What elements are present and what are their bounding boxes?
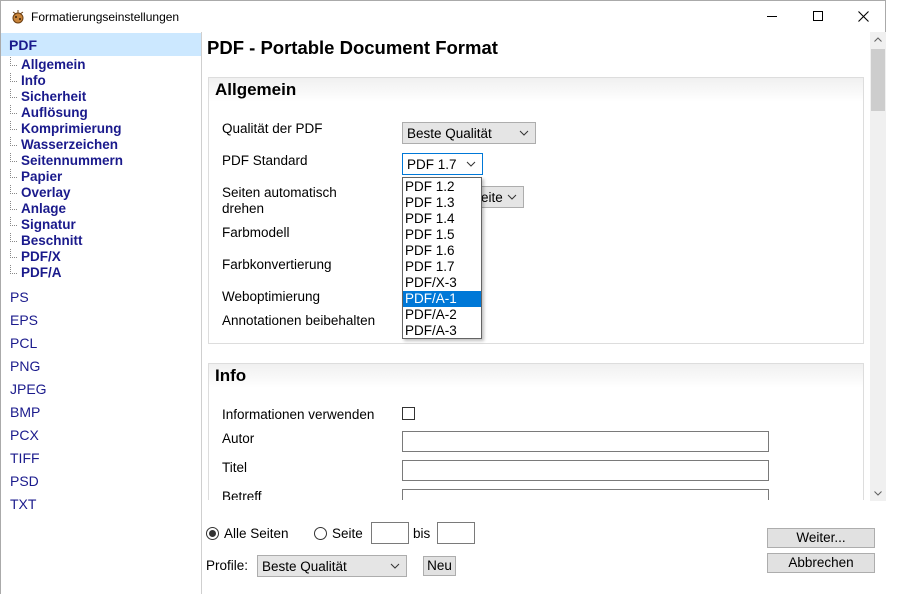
subject-label: Betreff bbox=[222, 489, 262, 500]
sidebar-item-txt[interactable]: TXT bbox=[10, 496, 36, 512]
scrollbar-thumb[interactable] bbox=[871, 49, 885, 111]
page-range-radio[interactable] bbox=[314, 527, 327, 540]
web-optimization-label: Weboptimierung bbox=[222, 289, 321, 304]
sidebar-item-psd[interactable]: PSD bbox=[10, 473, 39, 489]
chevron-down-icon bbox=[390, 563, 400, 569]
group-header: Allgemein bbox=[209, 78, 863, 102]
author-input[interactable] bbox=[402, 431, 769, 452]
sidebar-item-eps[interactable]: EPS bbox=[10, 312, 38, 328]
cancel-button[interactable]: Abbrechen bbox=[767, 553, 875, 573]
quality-label: Qualität der PDF bbox=[222, 121, 323, 136]
tree-connector bbox=[10, 169, 17, 178]
annotations-label: Annotationen beibehalten bbox=[222, 313, 376, 328]
profiles-label: Profile: bbox=[206, 558, 249, 573]
chevron-down-icon bbox=[519, 130, 529, 136]
color-conversion-label: Farbkonvertierung bbox=[222, 257, 332, 272]
dropdown-option[interactable]: PDF/X-3 bbox=[403, 275, 481, 291]
tree-connector bbox=[10, 137, 17, 146]
use-info-label: Informationen verwenden bbox=[222, 407, 375, 422]
author-label: Autor bbox=[222, 431, 255, 446]
dropdown-option[interactable]: PDF 1.7 bbox=[403, 259, 481, 275]
minimize-button[interactable] bbox=[749, 1, 795, 31]
subject-input[interactable] bbox=[402, 489, 769, 500]
tree-connector bbox=[10, 57, 17, 66]
sidebar-item-pcl[interactable]: PCL bbox=[10, 335, 37, 351]
use-info-checkbox[interactable] bbox=[402, 407, 415, 420]
dropdown-option[interactable]: PDF/A-1 bbox=[403, 291, 481, 307]
bottom-panel: Alle Seiten Seite bis Profile: Beste Qua… bbox=[202, 501, 886, 594]
dropdown-option[interactable]: PDF 1.2 bbox=[403, 179, 481, 195]
maximize-button[interactable] bbox=[795, 1, 841, 31]
tree-connector bbox=[10, 185, 17, 194]
color-model-label: Farbmodell bbox=[222, 225, 290, 240]
all-pages-radio[interactable] bbox=[206, 527, 219, 540]
title-label: Titel bbox=[222, 460, 248, 475]
page-to-input[interactable] bbox=[437, 522, 475, 544]
tree-connector bbox=[10, 201, 17, 210]
sidebar-item-png[interactable]: PNG bbox=[10, 358, 40, 374]
page-title: PDF - Portable Document Format bbox=[207, 37, 498, 58]
chevron-down-icon bbox=[466, 161, 476, 167]
all-pages-label: Alle Seiten bbox=[224, 526, 289, 541]
rotate-label: Seiten automatisch bbox=[222, 185, 337, 200]
format-sidebar: PDF Allgemein Info Sicherheit Auflösung Komp… bbox=[1, 32, 202, 594]
page-from-input[interactable] bbox=[371, 522, 409, 544]
dropdown-option[interactable]: PDF 1.3 bbox=[403, 195, 481, 211]
page-label: Seite bbox=[332, 526, 363, 541]
vertical-scrollbar[interactable] bbox=[870, 32, 886, 502]
window-title: Formatierungseinstellungen bbox=[31, 10, 180, 24]
profile-select[interactable]: Beste Qualität bbox=[257, 555, 407, 577]
close-button[interactable] bbox=[840, 1, 886, 31]
chevron-down-icon bbox=[507, 194, 517, 200]
next-button[interactable]: Weiter... bbox=[767, 528, 875, 548]
title-bar: Formatierungseinstellungen bbox=[1, 1, 885, 32]
tree-connector bbox=[10, 249, 17, 258]
scroll-down-icon[interactable] bbox=[874, 491, 882, 496]
standard-dropdown-list: PDF 1.2 PDF 1.3 PDF 1.4 PDF 1.5 PDF 1.6 PDF 1… bbox=[402, 177, 482, 339]
standard-label: PDF Standard bbox=[222, 153, 308, 168]
rotate-label-2: drehen bbox=[222, 201, 265, 216]
dropdown-option[interactable]: PDF/A-2 bbox=[403, 307, 481, 323]
dropdown-option[interactable]: PDF 1.4 bbox=[403, 211, 481, 227]
sidebar-item-pdf[interactable]: PDF bbox=[1, 33, 201, 56]
sidebar-item-bmp[interactable]: BMP bbox=[10, 404, 40, 420]
tree-connector bbox=[10, 233, 17, 242]
standard-select[interactable]: PDF 1.7 bbox=[402, 153, 483, 175]
sidebar-item-tiff[interactable]: TIFF bbox=[10, 450, 40, 466]
app-icon bbox=[12, 10, 24, 24]
close-icon bbox=[857, 10, 869, 22]
tree-connector bbox=[10, 217, 17, 226]
tree-connector bbox=[10, 121, 17, 130]
tree-connector bbox=[10, 153, 17, 162]
scroll-up-icon[interactable] bbox=[874, 37, 882, 42]
tree-connector bbox=[10, 89, 17, 98]
settings-window: Formatierungseinstellungen PDF Allgemein… bbox=[0, 0, 886, 594]
to-label: bis bbox=[413, 526, 431, 541]
group-header: Info bbox=[209, 364, 863, 388]
title-input[interactable] bbox=[402, 460, 769, 481]
dropdown-option[interactable]: PDF/A-3 bbox=[403, 323, 481, 339]
sidebar-item-pcx[interactable]: PCX bbox=[10, 427, 39, 443]
dropdown-option[interactable]: PDF 1.6 bbox=[403, 243, 481, 259]
minimize-icon bbox=[767, 16, 777, 17]
sidebar-item-ps[interactable]: PS bbox=[10, 289, 29, 305]
tree-connector bbox=[10, 73, 17, 82]
tree-connector bbox=[10, 105, 17, 114]
tree-connector bbox=[10, 265, 17, 274]
maximize-icon bbox=[813, 11, 823, 21]
dropdown-option[interactable]: PDF 1.5 bbox=[403, 227, 481, 243]
sidebar-item-jpeg[interactable]: JPEG bbox=[10, 381, 47, 397]
settings-scroll-area: Allgemein Qualität der PDF Beste Qualitä… bbox=[202, 66, 870, 500]
new-profile-button[interactable]: Neu bbox=[423, 556, 456, 576]
quality-select[interactable]: Beste Qualität bbox=[402, 122, 536, 144]
